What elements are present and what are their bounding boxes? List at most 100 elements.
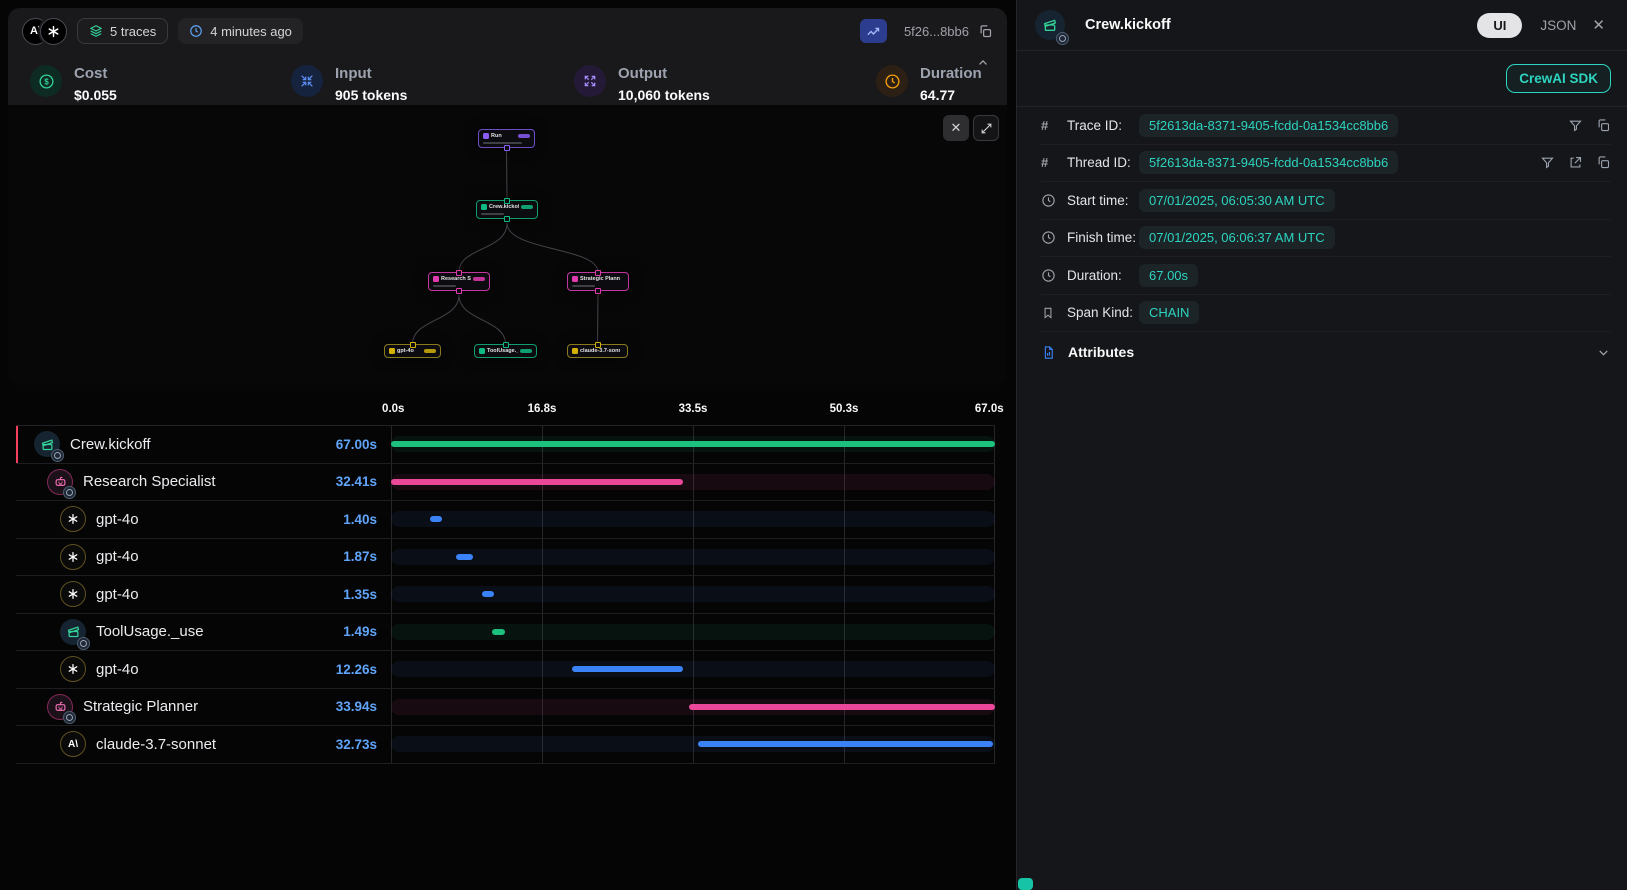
output-label: Output — [618, 65, 710, 82]
openai-logo-icon — [40, 18, 67, 45]
tool-icon — [479, 348, 485, 354]
model-icon — [389, 348, 395, 354]
filter-icon[interactable] — [1568, 118, 1583, 133]
time-ago-label: 4 minutes ago — [210, 24, 292, 39]
copy-trace-id-button[interactable] — [978, 24, 993, 39]
trace-header-card: A\ 5 traces 4 minutes ago 5f26...8bb6 — [8, 8, 1007, 105]
external-link-icon[interactable] — [1568, 155, 1583, 170]
agent-icon — [47, 469, 73, 495]
trace-topbar: A\ 5 traces 4 minutes ago 5f26...8bb6 — [8, 8, 1007, 54]
copy-icon[interactable] — [1596, 155, 1611, 170]
graph-node-crew-kickoff[interactable]: Crew.kickoff — [476, 200, 538, 219]
span-bar-lane — [391, 689, 995, 726]
graph-node-research-specialist[interactable]: Research Speciali... — [428, 272, 490, 291]
execution-graph: Run Crew.kickoff Research Speciali... St… — [8, 105, 1007, 385]
span-bar[interactable] — [482, 591, 494, 597]
field-finish-time: Finish time: 07/01/2025, 06:06:37 AM UTC — [1041, 220, 1611, 258]
finish-time-value: 07/01/2025, 06:06:37 AM UTC — [1139, 226, 1335, 249]
node-subtitle — [481, 213, 504, 216]
chevron-down-icon[interactable] — [1596, 345, 1611, 360]
traces-count-badge[interactable]: 5 traces — [77, 18, 168, 44]
panel-header: Crew.kickoff UI JSON ✕ — [1017, 0, 1627, 50]
trend-icon — [866, 24, 881, 39]
span-row-crew-kickoff[interactable]: Crew.kickoff 67.00s — [16, 426, 995, 464]
layers-icon — [89, 24, 103, 38]
duration-value: 67.00s — [1139, 264, 1198, 287]
span-bar-lane — [391, 539, 995, 576]
sdk-row: CrewAI SDK — [1017, 51, 1627, 107]
openai-icon — [60, 506, 86, 532]
collapse-metrics-button[interactable] — [971, 54, 995, 72]
span-row-gpt-4o-3[interactable]: gpt-4o 1.35s — [16, 576, 995, 614]
span-table: Crew.kickoff 67.00s Research Specialist … — [16, 425, 995, 764]
graph-node-run[interactable]: Run — [478, 129, 535, 148]
clock-icon — [1041, 230, 1058, 245]
tab-ui[interactable]: UI — [1477, 13, 1522, 38]
expand-diagonal-icon — [980, 122, 993, 135]
clock-icon — [876, 65, 908, 97]
cost-label: Cost — [74, 65, 117, 82]
agent-icon — [433, 276, 439, 282]
graph-expand-button[interactable] — [973, 115, 999, 141]
span-bar-lane — [391, 426, 995, 463]
graph-node-toolusage[interactable]: ToolUsage._use — [474, 344, 537, 358]
span-row-toolusage[interactable]: ToolUsage._use 1.49s — [16, 614, 995, 652]
node-badge — [424, 349, 436, 353]
span-bar[interactable] — [689, 704, 995, 710]
span-row-gpt-4o-2[interactable]: gpt-4o 1.87s — [16, 539, 995, 577]
graph-node-strategic-planner[interactable]: Strategic Planner — [567, 272, 629, 291]
dollar-icon: $ — [30, 65, 62, 97]
agentops-subbadge-icon — [63, 711, 76, 724]
start-time-value: 07/01/2025, 06:05:30 AM UTC — [1139, 189, 1335, 212]
trace-metrics-button[interactable] — [860, 19, 887, 43]
file-chart-icon — [1041, 345, 1058, 360]
axis-tick: 0.0s — [382, 403, 404, 415]
node-badge — [518, 134, 530, 138]
agentops-subbadge-icon — [1056, 32, 1069, 45]
openai-icon — [60, 544, 86, 570]
metric-output: Output 10,060 tokens — [574, 65, 710, 103]
field-span-kind: Span Kind: CHAIN — [1041, 295, 1611, 333]
axis-tick: 50.3s — [830, 403, 859, 415]
field-trace-id: # Trace ID: 5f2613da-8371-9405-fcdd-0a15… — [1041, 107, 1611, 145]
span-bar[interactable] — [430, 516, 443, 522]
span-bar[interactable] — [492, 629, 505, 635]
span-row-gpt-4o-1[interactable]: gpt-4o 1.40s — [16, 501, 995, 539]
span-row-strategic-planner[interactable]: Strategic Planner 33.94s — [16, 689, 995, 727]
model-icon — [572, 348, 578, 354]
span-bar-lane — [391, 614, 995, 651]
graph-node-claude-sonnet[interactable]: claude-3.7-sonnet — [567, 344, 628, 358]
agentops-subbadge-icon — [51, 449, 64, 462]
copy-icon[interactable] — [1596, 118, 1611, 133]
span-row-gpt-4o-4[interactable]: gpt-4o 12.26s — [16, 651, 995, 689]
span-bar[interactable] — [391, 441, 995, 447]
panel-close-button[interactable]: ✕ — [1592, 16, 1605, 34]
thread-id-value: 5f2613da-8371-9405-fcdd-0a1534cc8bb6 — [1139, 151, 1398, 174]
crew-icon — [34, 431, 60, 457]
tab-json[interactable]: JSON — [1540, 18, 1576, 33]
node-badge — [520, 349, 532, 353]
chat-widget[interactable] — [1018, 878, 1033, 890]
span-bar[interactable] — [456, 554, 473, 560]
node-subtitle — [483, 142, 522, 145]
span-row-research-specialist[interactable]: Research Specialist 32.41s — [16, 464, 995, 502]
span-bar[interactable] — [391, 479, 683, 485]
metric-cost: $ Cost $0.055 — [30, 65, 117, 103]
openai-icon — [60, 581, 86, 607]
time-axis: 0.0s 16.8s 33.5s 50.3s 67.0s — [391, 400, 995, 425]
provider-avatars: A\ — [22, 18, 67, 45]
graph-close-button[interactable]: ✕ — [943, 115, 969, 141]
span-kind-value: CHAIN — [1139, 301, 1199, 324]
span-bar[interactable] — [572, 666, 683, 672]
expand-arrows-icon — [574, 65, 606, 97]
filter-icon[interactable] — [1540, 155, 1555, 170]
run-icon — [483, 133, 489, 139]
hash-icon: # — [1041, 118, 1058, 133]
span-row-claude-sonnet[interactable]: A\ claude-3.7-sonnet 32.73s — [16, 726, 995, 764]
node-subtitle — [572, 285, 595, 288]
span-bar[interactable] — [698, 741, 993, 747]
input-value: 905 tokens — [335, 87, 407, 103]
copy-icon — [978, 24, 993, 39]
attributes-section[interactable]: Attributes — [1041, 332, 1611, 372]
graph-node-gpt-4o[interactable]: gpt-4o — [384, 344, 441, 358]
